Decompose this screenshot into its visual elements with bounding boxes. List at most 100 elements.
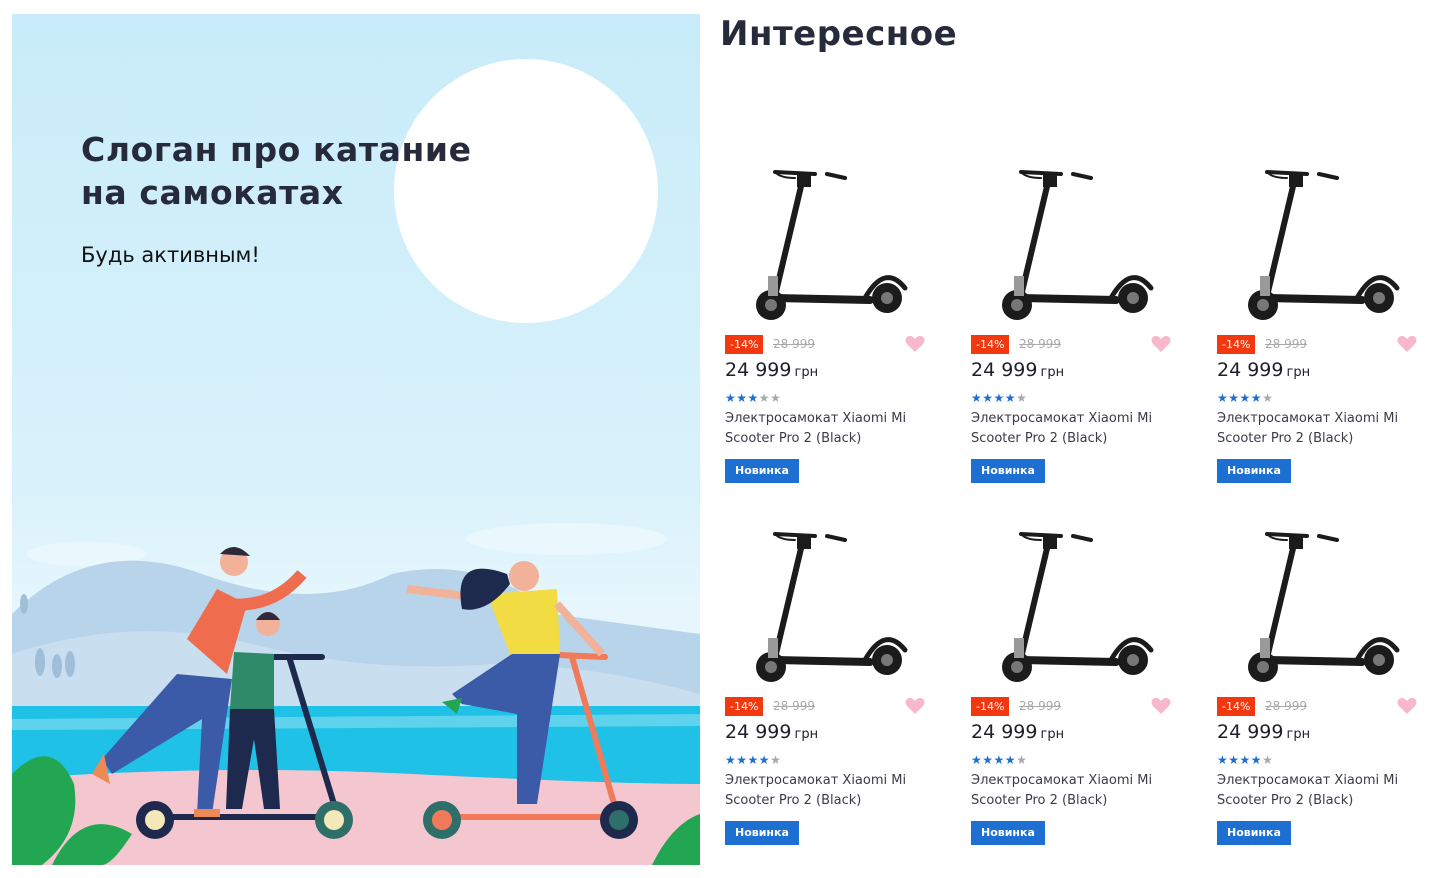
price-row: -14% 28 999 <box>725 697 925 717</box>
product-card[interactable]: -14% 28 999 24 999 грн ★★★★★ Электросамок… <box>725 148 945 498</box>
old-price: 28 999 <box>1019 337 1061 351</box>
new-badge: Новинка <box>971 459 1045 483</box>
rating-stars: ★★★★★ <box>725 391 781 405</box>
star-icon: ★ <box>1016 391 1028 405</box>
star-icon: ★ <box>982 391 994 405</box>
star-icon: ★ <box>747 391 759 405</box>
discount-badge: -14% <box>725 697 764 716</box>
scooter-image[interactable] <box>1227 148 1417 338</box>
discount-badge: -14% <box>1217 335 1256 354</box>
product-grid: -14% 28 999 24 999 грн ★★★★★ Электросамок… <box>725 148 1425 868</box>
section-title: Интересное <box>720 14 958 54</box>
price-currency: грн <box>1040 727 1065 742</box>
star-icon: ★ <box>1004 753 1017 767</box>
rating-stars: ★★★★★ <box>1217 753 1273 767</box>
star-icon: ★ <box>747 753 759 767</box>
old-price: 28 999 <box>1019 699 1061 713</box>
rating-stars: ★★★★★ <box>971 753 1027 767</box>
price-row: -14% 28 999 <box>971 697 1171 717</box>
star-icon: ★ <box>1250 753 1263 767</box>
heart-icon[interactable] <box>1151 697 1171 715</box>
star-icon: ★ <box>993 753 1005 767</box>
old-price: 28 999 <box>773 699 815 713</box>
product-card[interactable]: -14% 28 999 24 999 грн ★★★★★ Электросамок… <box>725 510 945 860</box>
price: 24 999 грн <box>1217 359 1310 381</box>
heart-icon[interactable] <box>905 335 925 353</box>
scooter-image[interactable] <box>735 148 925 338</box>
product-name[interactable]: Электросамокат Xiaomi Mi Scooter Pro 2 (… <box>971 409 1161 449</box>
scooter-image[interactable] <box>981 148 1171 338</box>
star-icon: ★ <box>1239 753 1251 767</box>
heart-icon[interactable] <box>1397 335 1417 353</box>
product-card[interactable]: -14% 28 999 24 999 грн ★★★★★ Электросамок… <box>971 148 1191 498</box>
price-currency: грн <box>794 727 819 742</box>
price-value: 24 999 <box>1217 359 1284 381</box>
new-badge: Новинка <box>1217 459 1291 483</box>
discount-badge: -14% <box>1217 697 1256 716</box>
clouds <box>27 523 667 566</box>
star-icon: ★ <box>736 391 748 405</box>
star-icon: ★ <box>1217 391 1229 405</box>
price-value: 24 999 <box>1217 721 1284 743</box>
star-icon: ★ <box>1228 753 1240 767</box>
price: 24 999 грн <box>725 721 818 743</box>
price: 24 999 грн <box>971 721 1064 743</box>
price-currency: грн <box>794 365 819 380</box>
product-name[interactable]: Электросамокат Xiaomi Mi Scooter Pro 2 (… <box>1217 409 1407 449</box>
price-value: 24 999 <box>971 721 1038 743</box>
product-name[interactable]: Электросамокат Xiaomi Mi Scooter Pro 2 (… <box>1217 771 1407 811</box>
new-badge: Новинка <box>725 821 799 845</box>
rating-stars: ★★★★★ <box>1217 391 1273 405</box>
heart-icon[interactable] <box>905 697 925 715</box>
product-card[interactable]: -14% 28 999 24 999 грн ★★★★★ Электросамок… <box>971 510 1191 860</box>
price: 24 999 грн <box>971 359 1064 381</box>
rating-stars: ★★★★★ <box>725 753 781 767</box>
star-icon: ★ <box>982 753 994 767</box>
new-badge: Новинка <box>1217 821 1291 845</box>
price-row: -14% 28 999 <box>971 335 1171 355</box>
banner-subtitle: Будь активным! <box>81 243 260 267</box>
new-badge: Новинка <box>971 821 1045 845</box>
rating-stars: ★★★★★ <box>971 391 1027 405</box>
price: 24 999 грн <box>1217 721 1310 743</box>
star-icon: ★ <box>1239 391 1251 405</box>
star-icon: ★ <box>1217 753 1229 767</box>
star-icon: ★ <box>725 391 737 405</box>
product-card[interactable]: -14% 28 999 24 999 грн ★★★★★ Электросамок… <box>1217 510 1431 860</box>
star-icon: ★ <box>971 753 983 767</box>
discount-badge: -14% <box>971 697 1010 716</box>
price-value: 24 999 <box>725 359 792 381</box>
price-value: 24 999 <box>971 359 1038 381</box>
scooter-image[interactable] <box>981 510 1171 700</box>
banner-title: Слоган про катание на самокатах <box>81 130 472 212</box>
price-row: -14% 28 999 <box>725 335 925 355</box>
price-currency: грн <box>1286 365 1311 380</box>
star-icon: ★ <box>736 753 748 767</box>
old-price: 28 999 <box>1265 699 1307 713</box>
star-icon: ★ <box>971 391 983 405</box>
price-row: -14% 28 999 <box>1217 335 1417 355</box>
scooter-image[interactable] <box>1227 510 1417 700</box>
star-icon: ★ <box>1250 391 1263 405</box>
star-icon: ★ <box>770 753 782 767</box>
promo-banner[interactable]: Слоган про катание на самокатах Будь акт… <box>12 14 700 865</box>
price-currency: грн <box>1040 365 1065 380</box>
star-icon: ★ <box>1228 391 1240 405</box>
star-icon: ★ <box>758 753 771 767</box>
product-name[interactable]: Электросамокат Xiaomi Mi Scooter Pro 2 (… <box>971 771 1161 811</box>
heart-icon[interactable] <box>1397 697 1417 715</box>
price: 24 999 грн <box>725 359 818 381</box>
star-icon: ★ <box>725 753 737 767</box>
star-icon: ★ <box>758 391 771 405</box>
heart-icon[interactable] <box>1151 335 1171 353</box>
product-name[interactable]: Электросамокат Xiaomi Mi Scooter Pro 2 (… <box>725 409 915 449</box>
old-price: 28 999 <box>1265 337 1307 351</box>
scooter-image[interactable] <box>735 510 925 700</box>
product-card[interactable]: -14% 28 999 24 999 грн ★★★★★ Электросамок… <box>1217 148 1431 498</box>
new-badge: Новинка <box>725 459 799 483</box>
star-icon: ★ <box>1262 753 1274 767</box>
price-value: 24 999 <box>725 721 792 743</box>
discount-badge: -14% <box>971 335 1010 354</box>
product-name[interactable]: Электросамокат Xiaomi Mi Scooter Pro 2 (… <box>725 771 915 811</box>
star-icon: ★ <box>770 391 782 405</box>
